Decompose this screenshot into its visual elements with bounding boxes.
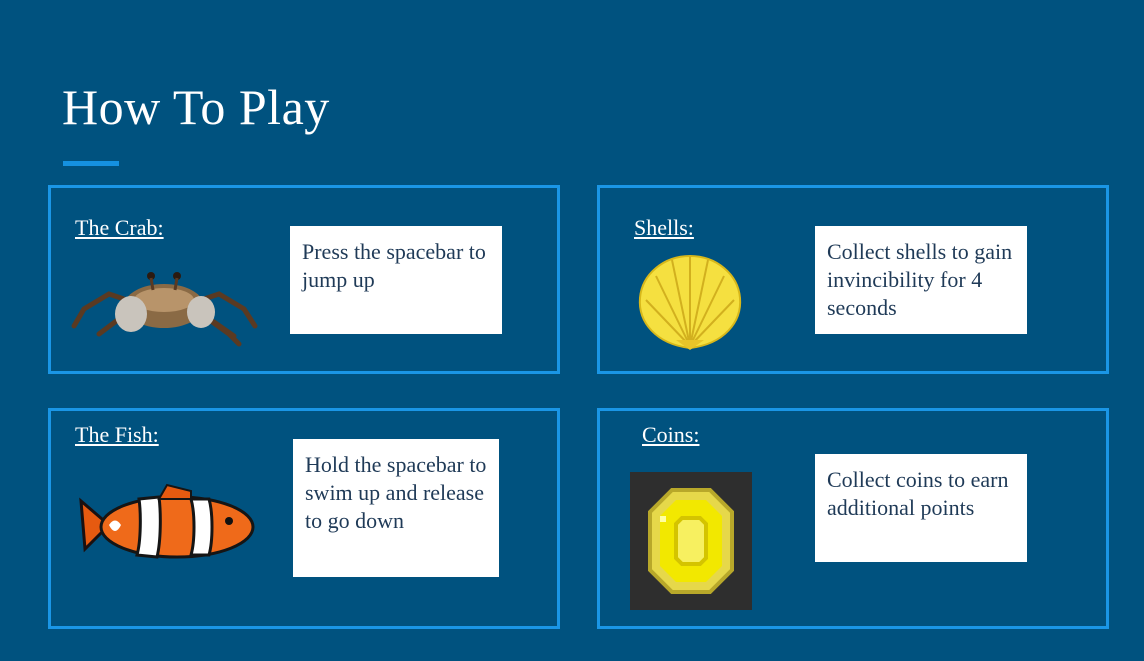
coins-label: Coins: xyxy=(642,422,700,447)
coin-icon xyxy=(630,472,752,610)
crab-label: The Crab: xyxy=(75,215,164,240)
fish-description: Hold the spacebar to swim up and release… xyxy=(293,439,499,577)
shells-label: Shells: xyxy=(634,215,694,240)
crab-description: Press the spacebar to jump up xyxy=(290,226,502,334)
crab-icon xyxy=(71,272,258,347)
fish-label: The Fish: xyxy=(75,422,159,447)
fish-card: The Fish: Hold the spacebar to swim up a… xyxy=(48,408,560,629)
page-title: How To Play xyxy=(62,79,330,135)
clownfish-icon xyxy=(79,483,255,559)
coins-card: Coins: Collect coins to earn additional … xyxy=(597,408,1109,629)
shells-description: Collect shells to gain invincibility for… xyxy=(815,226,1027,334)
crab-card: The Crab: Press the spacebar to jump up xyxy=(48,185,560,374)
coins-description: Collect coins to earn additional points xyxy=(815,454,1027,562)
title-underline xyxy=(63,161,119,166)
shell-icon xyxy=(638,254,742,350)
shells-card: Shells: Collect shells to gain invincibi… xyxy=(597,185,1109,374)
